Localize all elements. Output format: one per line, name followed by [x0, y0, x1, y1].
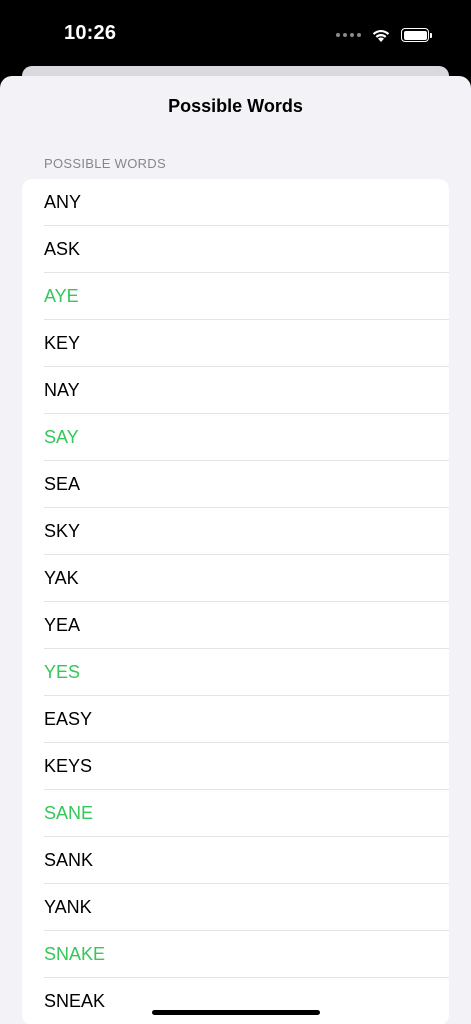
possible-words-sheet: Possible Words POSSIBLE WORDS ANY ASK AYE K…	[0, 76, 471, 1024]
word-list-item[interactable]: KEY	[22, 320, 449, 367]
word-list-item[interactable]: YANK	[22, 884, 449, 931]
word-list-item[interactable]: KEYS	[22, 743, 449, 790]
status-time: 10:26	[64, 22, 117, 44]
status-icons	[336, 25, 432, 45]
word-list-item[interactable]: NAY	[22, 367, 449, 414]
word-list-item[interactable]: YES	[22, 649, 449, 696]
word-list-item[interactable]: EASY	[22, 696, 449, 743]
word-list-item[interactable]: YAK	[22, 555, 449, 602]
word-list-item[interactable]: SNEAK	[22, 978, 449, 1024]
word-list-item[interactable]: ANY	[22, 179, 449, 226]
word-list-item[interactable]: SEA	[22, 461, 449, 508]
word-list-item[interactable]: SAY	[22, 414, 449, 461]
word-list: ANY ASK AYE KEY NAY SAY SEA SKY YAK YEA YES EASY KEY…	[22, 179, 449, 1024]
section-header: POSSIBLE WORDS	[44, 156, 166, 171]
word-list-item[interactable]: SNAKE	[22, 931, 449, 978]
battery-icon	[401, 28, 432, 42]
word-list-item[interactable]: AYE	[22, 273, 449, 320]
word-list-item[interactable]: SKY	[22, 508, 449, 555]
sheet-title: Possible Words	[168, 96, 303, 116]
signal-dots-icon	[336, 33, 361, 37]
word-list-item[interactable]: ASK	[22, 226, 449, 273]
word-list-item[interactable]: SANK	[22, 837, 449, 884]
word-list-item[interactable]: SANE	[22, 790, 449, 837]
home-indicator[interactable]	[152, 1010, 320, 1015]
word-list-item[interactable]: YEA	[22, 602, 449, 649]
wifi-icon	[372, 29, 390, 42]
status-bar: 10:26	[0, 0, 471, 68]
